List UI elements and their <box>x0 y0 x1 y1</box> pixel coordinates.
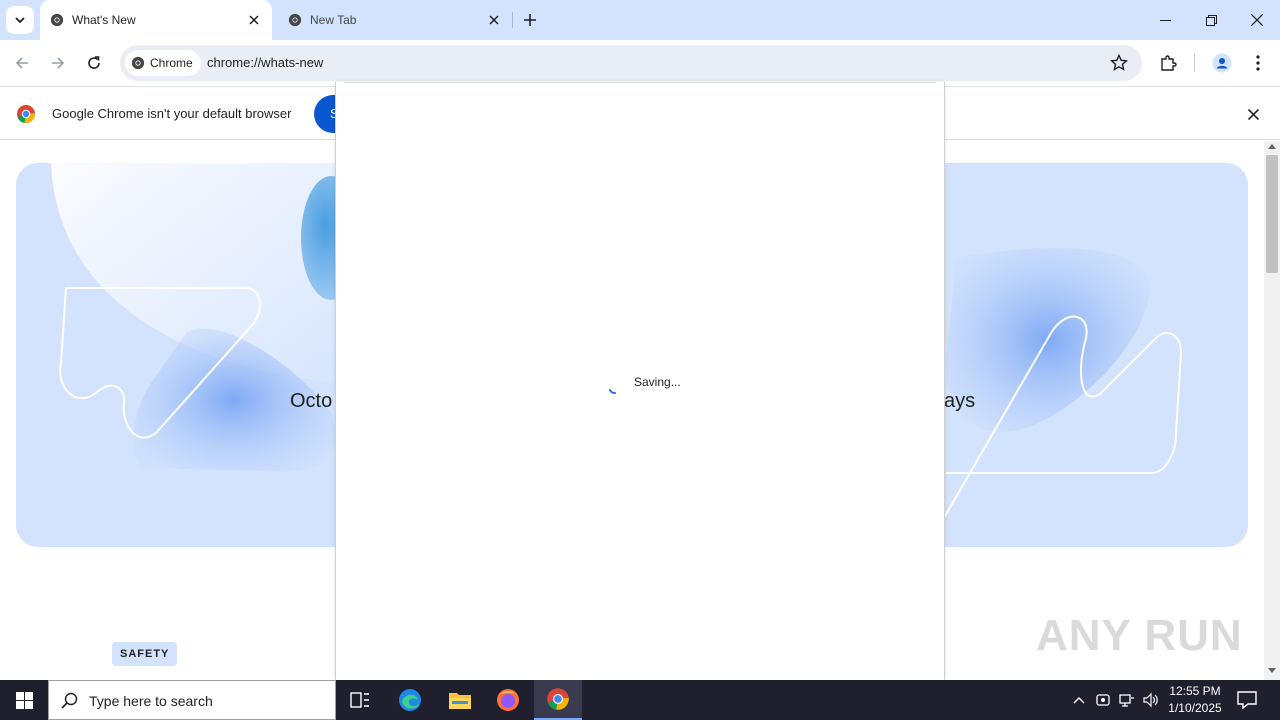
edge-icon <box>399 689 421 711</box>
page-scrollbar[interactable] <box>1264 141 1280 680</box>
browser-toolbar: Chrome chrome://whats-new <box>0 40 1280 86</box>
taskbar-search-box[interactable]: Type here to search <box>48 680 336 720</box>
folder-icon <box>449 693 471 709</box>
minimize-icon <box>1159 19 1171 21</box>
chevron-down-icon <box>15 17 25 24</box>
saving-dialog: Saving... <box>335 82 945 680</box>
tab-new-tab[interactable]: New Tab <box>276 0 512 40</box>
close-icon <box>1251 14 1263 26</box>
profile-button[interactable] <box>1210 51 1234 75</box>
restore-icon <box>1205 14 1217 26</box>
clock-date: 1/10/2025 <box>1168 701 1222 715</box>
reload-button[interactable] <box>82 51 106 75</box>
tab-whats-new[interactable]: What's New <box>40 0 272 40</box>
forward-button[interactable] <box>46 51 70 75</box>
url-text[interactable]: chrome://whats-new <box>207 55 323 70</box>
arrow-left-icon <box>15 57 28 69</box>
dialog-divider <box>344 82 936 83</box>
chrome-logo-icon <box>17 105 35 124</box>
menu-button[interactable] <box>1246 51 1270 75</box>
loading-spinner-icon <box>609 389 616 394</box>
meet-now-icon[interactable] <box>1094 691 1112 709</box>
hero-title-right: ays <box>944 390 976 412</box>
avatar-icon <box>1212 53 1232 73</box>
windows-logo-icon <box>15 691 33 709</box>
firefox-icon <box>497 689 519 711</box>
tab-title: New Tab <box>310 13 357 27</box>
chrome-logo-icon <box>131 56 145 70</box>
taskbar-clock[interactable]: 12:55 PM 1/10/2025 <box>1162 683 1228 717</box>
infobar-message: Google Chrome isn't your default browser <box>52 106 292 121</box>
chrome-favicon-icon <box>50 13 64 27</box>
close-window-button[interactable] <box>1234 0 1280 40</box>
close-tab-icon[interactable] <box>246 12 262 28</box>
anyrun-watermark: ANY RUN <box>1036 611 1243 660</box>
file-explorer-app[interactable] <box>436 680 484 720</box>
reload-icon <box>88 56 100 69</box>
windows-taskbar: Type here to search 12:55 PM 1/10/2025 <box>0 680 1280 720</box>
new-tab-button[interactable] <box>520 10 540 30</box>
scroll-up-arrow-icon[interactable] <box>1268 144 1276 149</box>
site-info-chip[interactable]: Chrome <box>125 50 201 76</box>
tab-search-button[interactable] <box>6 6 34 34</box>
firefox-app[interactable] <box>484 680 532 720</box>
close-tab-icon[interactable] <box>486 12 502 28</box>
tab-separator <box>512 12 513 28</box>
chrome-app[interactable] <box>534 680 582 720</box>
chrome-icon <box>547 688 569 710</box>
toolbar-separator <box>1194 54 1195 72</box>
back-button[interactable] <box>10 51 34 75</box>
restore-button[interactable] <box>1188 0 1234 40</box>
task-view-icon <box>350 692 369 708</box>
notification-center-icon[interactable] <box>1236 690 1258 710</box>
clock-time: 12:55 PM <box>1169 684 1221 698</box>
arrow-right-icon <box>52 57 65 69</box>
puzzle-icon <box>1161 55 1177 71</box>
minimize-button[interactable] <box>1142 0 1188 40</box>
saving-status-text: Saving... <box>634 375 681 389</box>
kebab-menu-icon <box>1256 55 1260 71</box>
bookmark-star-icon[interactable] <box>1110 54 1128 72</box>
edge-app[interactable] <box>386 680 434 720</box>
plus-icon <box>524 14 536 26</box>
scroll-down-arrow-icon[interactable] <box>1268 668 1276 673</box>
address-bar[interactable]: Chrome chrome://whats-new <box>120 45 1142 81</box>
scrollbar-thumb[interactable] <box>1266 155 1278 273</box>
hero-title-left: Octo <box>290 390 333 412</box>
chrome-favicon-icon <box>288 13 302 27</box>
close-infobar-button[interactable] <box>1244 105 1262 123</box>
task-view-button[interactable] <box>336 680 384 720</box>
search-icon <box>61 692 78 709</box>
start-button[interactable] <box>0 680 48 720</box>
volume-icon[interactable] <box>1142 691 1160 709</box>
search-placeholder: Type here to search <box>89 693 213 709</box>
tab-title: What's New <box>72 13 136 27</box>
safety-badge: SAFETY <box>112 642 178 666</box>
tab-strip: What's New New Tab <box>0 0 1280 40</box>
close-icon <box>1247 108 1259 120</box>
tray-overflow-chevron-icon[interactable] <box>1070 691 1088 709</box>
network-icon[interactable] <box>1118 691 1136 709</box>
extensions-button[interactable] <box>1156 51 1180 75</box>
site-chip-label: Chrome <box>150 56 193 70</box>
